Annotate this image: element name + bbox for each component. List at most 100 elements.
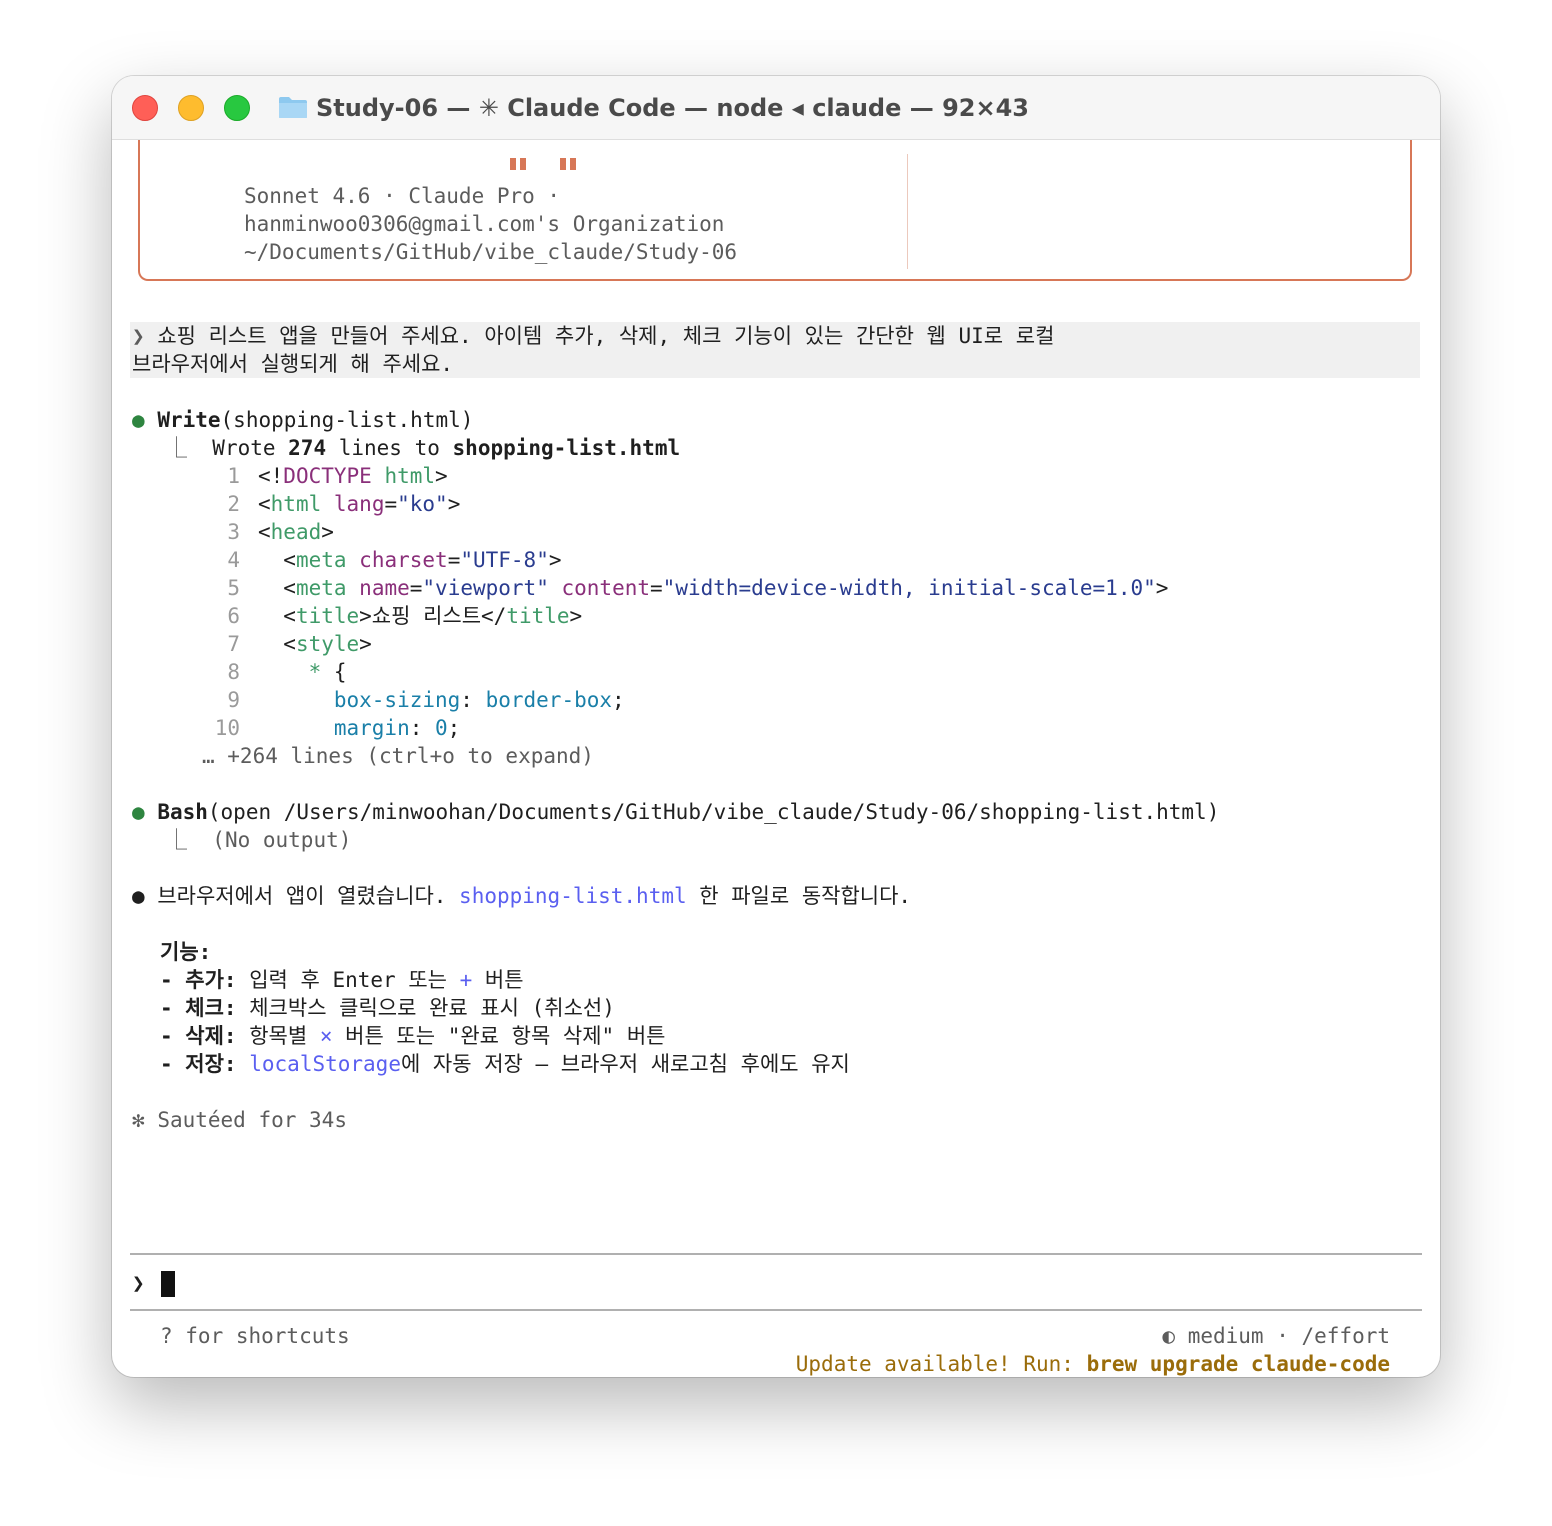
code-token: box-sizing (333, 688, 461, 712)
code-token: "UTF-8" (460, 548, 549, 572)
status-line: ✻ Sautéed for 34s (132, 1108, 347, 1132)
code-token: meta (295, 576, 347, 600)
code-line: 4 <meta charset="UTF-8"> (202, 546, 561, 574)
code-token: > (1155, 576, 1169, 600)
input-top-rule (130, 1253, 1422, 1255)
code-token: name (359, 576, 410, 600)
code-token: margin (333, 716, 410, 740)
feature-item: - 체크: 체크박스 클릭으로 완료 표시 (취소선) (160, 994, 615, 1022)
feature-code: × (319, 1024, 333, 1048)
code-token: content (561, 576, 651, 600)
tool-status-dot: ● (132, 800, 145, 824)
code-token: = (384, 492, 398, 516)
feature-dash: - (160, 968, 186, 992)
code-token: meta (295, 548, 347, 572)
code-line: 9 box-sizing: border-box; (202, 686, 625, 714)
terminal-content[interactable]: Sonnet 4.6 · Claude Pro · hanminwoo0306@… (112, 140, 1440, 1377)
feature-dash: - (160, 996, 186, 1020)
window-title: Study-06 — ✳ Claude Code — node ◂ claude… (316, 94, 1030, 122)
line-number: 10 (214, 716, 240, 740)
code-line: 3 <head> (202, 518, 334, 546)
line-number: 4 (227, 548, 240, 572)
folder-icon (279, 97, 307, 118)
zoom-button[interactable] (224, 95, 250, 121)
bash-tool-result: ⎿ (No output) (166, 828, 352, 852)
claude-mascot-icon (510, 158, 590, 172)
close-button[interactable] (132, 95, 158, 121)
terminal-window: Study-06 — ✳ Claude Code — node ◂ claude… (112, 76, 1440, 1377)
code-token: "ko" (397, 492, 448, 516)
input-line[interactable]: ❯ (132, 1268, 176, 1298)
code-token: < (258, 492, 271, 516)
feature-code: + (459, 968, 473, 992)
line-number: 1 (227, 464, 240, 488)
code-token: title (506, 604, 570, 628)
code-token: ; (612, 688, 625, 712)
code-token: <! (258, 464, 284, 488)
effort-half-circle-icon: ◐ (1162, 1324, 1176, 1348)
code-line: 5 <meta name="viewport" content="width=d… (202, 574, 1168, 602)
minimize-button[interactable] (178, 95, 204, 121)
code-token: "width=device-width, initial-scale=1.0" (662, 576, 1156, 600)
input-prompt-marker: ❯ (132, 1271, 145, 1295)
code-token: >쇼핑 리스트</ (359, 604, 507, 628)
spinner-icon: ✻ (132, 1108, 145, 1132)
message-bullet: ● (132, 884, 145, 908)
code-token: > (569, 604, 583, 628)
code-token: head (270, 520, 322, 544)
feature-label: 체크: (185, 996, 237, 1020)
feature-text: 에 자동 저장 — 브라우저 새로고침 후에도 유지 (400, 1052, 850, 1076)
user-prompt-line-1: ❯ 쇼핑 리스트 앱을 만들어 주세요. 아이템 추가, 삭제, 체크 기능이 … (132, 324, 1055, 348)
organization-info: hanminwoo0306@gmail.com's Organization (244, 212, 725, 236)
code-token: "viewport" (422, 576, 549, 600)
feature-item: - 저장: localStorage에 자동 저장 — 브라우저 새로고침 후에… (160, 1050, 850, 1078)
feature-text: 입력 후 Enter 또는 (236, 968, 460, 992)
result-branch-icon: ⎿ (166, 828, 187, 852)
model-info: Sonnet 4.6 · Claude Pro · (244, 184, 561, 208)
write-tool-result: ⎿ Wrote 274 lines to shopping-list.html (166, 436, 681, 460)
title-bar: Study-06 — ✳ Claude Code — node ◂ claude… (112, 76, 1440, 140)
result-branch-icon: ⎿ (166, 436, 187, 460)
code-token: style (295, 632, 360, 656)
input-bottom-rule (130, 1309, 1422, 1311)
expand-hint[interactable]: … +264 lines (ctrl+o to expand) (202, 742, 594, 770)
feature-text: 항목별 (236, 1024, 320, 1048)
line-number: 6 (227, 604, 240, 628)
code-token: > (447, 492, 461, 516)
tool-status-dot: ● (132, 408, 145, 432)
code-token: { (321, 660, 347, 684)
code-token: < (258, 520, 271, 544)
welcome-divider (907, 154, 908, 269)
bash-tool-call: ● Bash(open /Users/minwoohan/Documents/G… (132, 800, 1220, 824)
feature-label: 저장: (185, 1052, 237, 1076)
code-token: html (270, 492, 322, 516)
feature-dash: - (160, 1052, 186, 1076)
code-token: : (409, 716, 436, 740)
feature-item: - 추가: 입력 후 Enter 또는 + 버튼 (160, 966, 524, 994)
code-token: 0 (435, 716, 448, 740)
code-token: : (460, 688, 486, 712)
prompt-marker: ❯ (132, 324, 145, 348)
update-notice: Update available! Run: brew upgrade clau… (795, 1352, 1390, 1376)
assistant-message: ● 브라우저에서 앱이 열렸습니다. shopping-list.html 한 … (132, 884, 912, 908)
code-token: > (359, 632, 372, 656)
line-number: 8 (227, 660, 240, 684)
code-token: > (435, 464, 448, 488)
line-number: 3 (227, 520, 240, 544)
code-line: 2 <html lang="ko"> (202, 490, 460, 518)
code-line: 7 <style> (202, 630, 372, 658)
code-token: = (409, 576, 423, 600)
code-token: = (447, 548, 461, 572)
line-number: 5 (227, 576, 240, 600)
feature-dash: - (160, 1024, 186, 1048)
feature-code: localStorage (249, 1052, 401, 1076)
write-tool-call: ● Write(shopping-list.html) (132, 408, 474, 432)
line-number: 7 (227, 632, 240, 656)
